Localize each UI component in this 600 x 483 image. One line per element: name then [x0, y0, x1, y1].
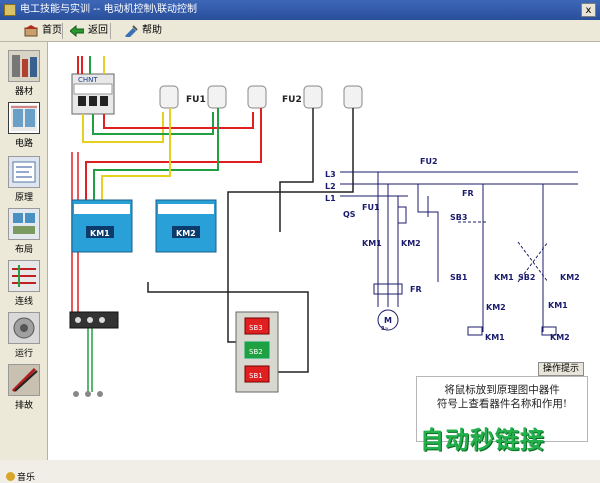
fuse-fu2-group[interactable]: FU2	[282, 85, 363, 109]
schematic-km1-coil: KM1	[485, 333, 505, 342]
contactor-km1[interactable]: KM1	[71, 199, 133, 253]
schematic-km2-interlock: KM2	[486, 303, 506, 312]
schematic-km2-main: KM2	[401, 239, 421, 248]
schematic-motor-phase: 3~	[381, 326, 389, 332]
sidebar-item-run[interactable]: 运行	[4, 312, 44, 359]
sidebar-item-layout[interactable]: 布局	[4, 208, 44, 255]
music-toggle[interactable]: 音乐	[6, 470, 35, 483]
schematic-km1-interlock: KM1	[548, 301, 568, 310]
sidebar-item-components[interactable]: 器材	[4, 50, 44, 97]
app-icon	[4, 4, 16, 16]
watermark-logo: 自动秒链接	[420, 426, 545, 454]
wiring-icon	[8, 260, 40, 292]
schematic-motor: M	[384, 316, 392, 325]
schematic-qs: QS	[343, 210, 356, 219]
sb3-button-label: SB3	[249, 324, 263, 332]
title-bar: 电工技能与实训 -- 电动机控制\联动控制 x	[0, 0, 600, 20]
breaker-brand: CHNT	[78, 76, 98, 84]
motor-terminals[interactable]	[73, 391, 103, 397]
sidebar-item-label: 排故	[14, 401, 33, 411]
schematic-km2-coil: KM2	[550, 333, 570, 342]
wire-red	[77, 56, 83, 74]
sb1-button-label: SB1	[249, 372, 263, 380]
tip-line-2: 符号上查看器件名称和作用!	[436, 398, 568, 410]
sidebar-item-label: 布局	[14, 245, 33, 255]
music-icon	[6, 472, 15, 481]
sidebar-item-label: 连线	[14, 297, 33, 307]
wire-yellow	[101, 108, 171, 202]
wire-green	[93, 108, 219, 202]
sidebar-item-label: 电路	[14, 139, 33, 149]
fu2-label: FU2	[282, 95, 302, 105]
principle-icon	[8, 156, 40, 188]
schematic-km1-hold: KM1	[494, 273, 514, 282]
circuit-icon	[8, 102, 40, 134]
sidebar-item-troubleshoot[interactable]: 排故	[4, 364, 44, 411]
schematic-diagram[interactable]	[340, 171, 578, 336]
close-button[interactable]: x	[581, 3, 596, 17]
km1-label: KM1	[90, 229, 110, 238]
button-box[interactable]: SB3 SB2 SB1	[235, 311, 279, 393]
circuit-breaker[interactable]: CHNT	[71, 73, 115, 115]
run-icon	[8, 312, 40, 344]
toolbar: 首页 返回 帮助	[0, 20, 600, 42]
schematic-l3: L3	[325, 170, 336, 179]
schematic-fr: FR	[410, 285, 422, 294]
schematic-km1-main: KM1	[362, 239, 382, 248]
schematic-sb1: SB1	[450, 273, 468, 282]
music-label: 音乐	[17, 473, 36, 483]
sb2-button-label: SB2	[249, 348, 263, 356]
toolbar-separator	[62, 23, 63, 39]
schematic-fu1: FU1	[362, 203, 380, 212]
sidebar-item-principle[interactable]: 原理	[4, 156, 44, 203]
toolbar-separator	[110, 23, 111, 39]
help-button[interactable]: 帮助	[124, 23, 162, 39]
operation-tip-button[interactable]: 操作提示	[538, 362, 584, 376]
fu1-label: FU1	[186, 95, 206, 105]
schematic-sb3: SB3	[450, 213, 467, 222]
sidebar-item-label: 运行	[14, 349, 33, 359]
wire-red	[103, 112, 254, 129]
layout-icon	[8, 208, 40, 240]
schematic-fr-contact: FR	[462, 189, 474, 198]
back-arrow-icon	[69, 24, 85, 38]
thermal-relay[interactable]	[69, 311, 119, 329]
troubleshoot-icon	[8, 364, 40, 396]
main-canvas: CHNT FU1 FU2 KM1 KM2 SB3 SB2 SB1 L3 L2 L…	[48, 42, 600, 460]
tip-line-1: 将鼠标放到原理图中器件	[444, 384, 560, 396]
km2-label: KM2	[176, 229, 196, 238]
sidebar-item-label: 器材	[14, 87, 33, 97]
schematic-sb2: SB2	[518, 273, 535, 282]
components-icon	[8, 50, 40, 82]
home-icon	[24, 25, 38, 37]
sidebar-item-wiring[interactable]: 连线	[4, 260, 44, 307]
back-button[interactable]: 返回	[69, 23, 108, 39]
sidebar-item-label: 原理	[14, 193, 33, 203]
sidebar-item-circuit[interactable]: 电路	[4, 102, 44, 149]
wire-green	[92, 112, 214, 135]
wire-black	[227, 108, 354, 343]
wire-red	[85, 108, 262, 202]
contactor-km2[interactable]: KM2	[155, 199, 217, 253]
schematic-l2: L2	[325, 182, 336, 191]
window-title: 电工技能与实训 -- 电动机控制\联动控制	[20, 4, 197, 15]
fuse-fu1-group[interactable]: FU1	[159, 85, 267, 109]
schematic-fu2: FU2	[420, 157, 438, 166]
help-label: 帮助	[142, 25, 162, 36]
sidebar: 器材 电路 原理 布局 连线 运行 排故 音乐	[0, 42, 48, 483]
home-label: 首页	[42, 25, 62, 36]
back-label: 返回	[88, 25, 108, 36]
home-button[interactable]: 首页	[24, 23, 62, 39]
schematic-l1: L1	[325, 194, 336, 203]
help-icon	[124, 25, 138, 39]
schematic-km2-hold: KM2	[560, 273, 580, 282]
